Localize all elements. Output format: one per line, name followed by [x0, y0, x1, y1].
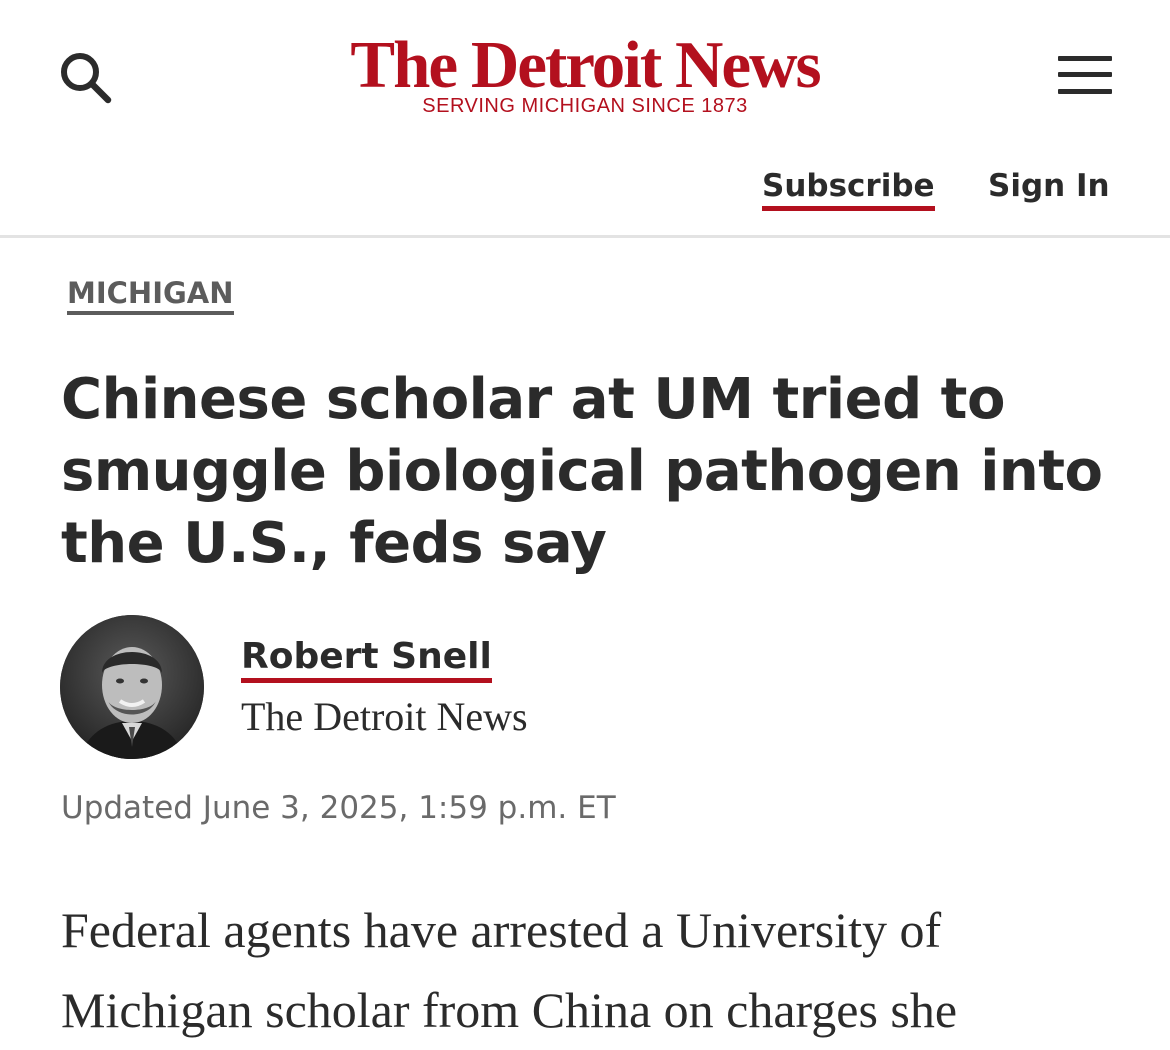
- sign-in-link[interactable]: Sign In: [988, 166, 1110, 206]
- section-tag-michigan[interactable]: MICHIGAN: [67, 275, 234, 315]
- menu-bar-bottom: [1058, 89, 1112, 94]
- site-logo[interactable]: The Detroit News SERVING MICHIGAN SINCE …: [300, 30, 870, 116]
- site-header: The Detroit News SERVING MICHIGAN SINCE …: [0, 0, 1170, 238]
- logo-title: The Detroit News: [350, 28, 821, 102]
- menu-bar-top: [1058, 56, 1112, 61]
- menu-bar-middle: [1058, 72, 1112, 77]
- author-avatar[interactable]: [60, 615, 204, 759]
- author-photo: [60, 615, 204, 759]
- article-headline: Chinese scholar at UM tried to smuggle b…: [61, 367, 1103, 576]
- subscribe-link[interactable]: Subscribe: [762, 166, 935, 211]
- search-icon: [61, 53, 112, 104]
- hamburger-menu-icon[interactable]: [1056, 52, 1114, 98]
- author-organization: The Detroit News: [241, 694, 528, 739]
- author-name-link[interactable]: Robert Snell: [241, 636, 492, 683]
- search-button[interactable]: [58, 50, 114, 106]
- article-body-paragraph: Federal agents have arrested a Universit…: [61, 902, 958, 1038]
- updated-timestamp: Updated June 3, 2025, 1:59 p.m. ET: [61, 790, 616, 826]
